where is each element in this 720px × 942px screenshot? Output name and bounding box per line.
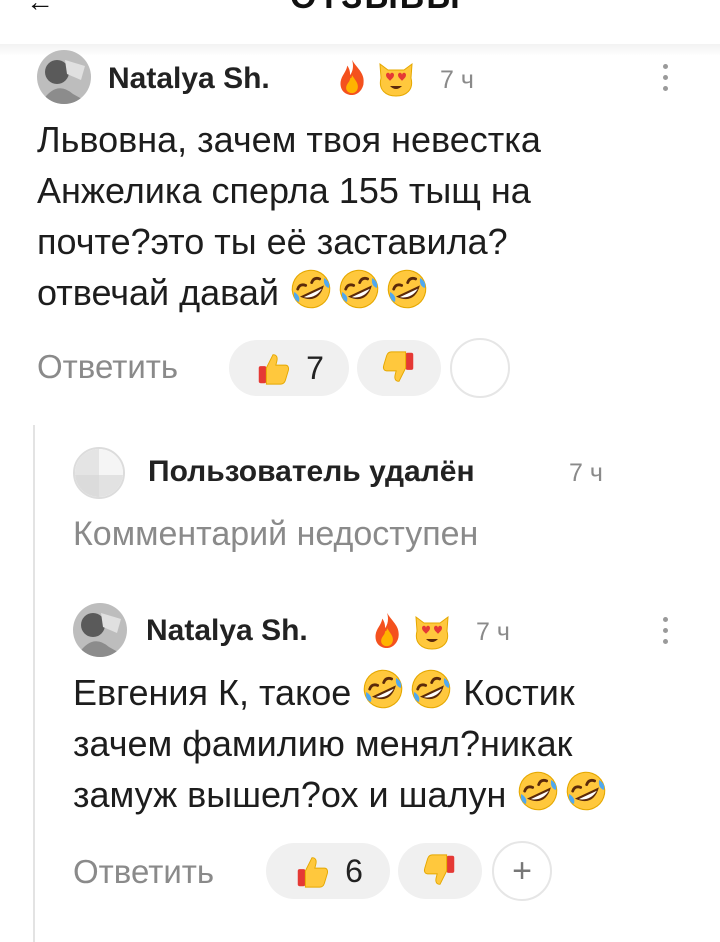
back-arrow-icon[interactable]: ← <box>26 0 54 18</box>
rofl-icon <box>337 267 381 311</box>
dislike-button[interactable] <box>357 340 441 396</box>
header-title-fragment: ОТЗЫВЫ <box>290 0 462 17</box>
avatar-image <box>37 50 91 104</box>
fire-icon <box>333 58 371 96</box>
thumbs-up-icon <box>293 852 331 890</box>
avatar-image <box>73 603 127 657</box>
like-button[interactable]: 6 <box>266 843 390 899</box>
author-name[interactable]: Natalya Sh. <box>108 62 270 96</box>
author-name[interactable]: Natalya Sh. <box>146 614 308 648</box>
like-count: 7 <box>306 349 324 386</box>
rofl-icon <box>409 667 453 711</box>
comment-line-text: Костик <box>463 672 575 713</box>
comment-line-1: Евгения К, такое Костик <box>73 667 703 718</box>
avatar[interactable] <box>37 50 91 104</box>
heart-eyes-cat-icon <box>412 611 452 651</box>
dislike-button[interactable] <box>398 843 482 899</box>
comment-text: Евгения К, такое Костик зачем фамилию ме… <box>73 667 703 820</box>
comment-line-text: Евгения К, такое <box>73 672 352 713</box>
rofl-icon <box>564 769 608 813</box>
more-options-icon[interactable] <box>663 64 671 97</box>
more-options-icon[interactable] <box>663 617 671 650</box>
comment-line: Анжелика сперла 155 тыщ на <box>37 170 531 211</box>
thumbs-up-icon <box>254 349 292 387</box>
comment-line-text: отвечай давай <box>37 272 280 313</box>
comment-line-4: отвечай давай <box>37 267 697 318</box>
reply-button[interactable]: Ответить <box>73 853 214 891</box>
comment-time: 7 ч <box>569 459 603 487</box>
heart-eyes-cat-icon <box>376 58 416 98</box>
rofl-icon <box>361 667 405 711</box>
unavailable-text: Комментарий недоступен <box>73 515 479 553</box>
comment-time: 7 ч <box>440 66 474 94</box>
add-reaction-button[interactable]: + <box>492 841 552 901</box>
rofl-icon <box>385 267 429 311</box>
plus-icon: + <box>512 851 532 890</box>
like-count: 6 <box>345 852 363 889</box>
rofl-icon <box>516 769 560 813</box>
comment-line: почте?это ты её заставила? <box>37 221 508 262</box>
avatar-placeholder <box>73 447 125 499</box>
thumbs-down-icon <box>421 852 459 890</box>
thread-line <box>33 425 35 942</box>
comment-line: зачем фамилию менял?никак <box>73 723 573 764</box>
deleted-user-icon <box>75 449 123 497</box>
rofl-icon <box>289 267 333 311</box>
like-button[interactable]: 7 <box>229 340 349 396</box>
comment-text: Львовна, зачем твоя невестка Анжелика сп… <box>37 114 697 318</box>
header-divider <box>0 44 720 56</box>
comment-line-3: замуж вышел?ох и шалун <box>73 769 703 820</box>
deleted-user-name: Пользователь удалён <box>148 455 475 488</box>
avatar[interactable] <box>73 603 127 657</box>
thumbs-down-icon <box>380 349 418 387</box>
add-reaction-button[interactable] <box>450 338 510 398</box>
top-header: ← ОТЗЫВЫ <box>0 0 720 44</box>
fire-icon <box>368 611 406 649</box>
comment-line: Львовна, зачем твоя невестка <box>37 119 541 160</box>
comment-time: 7 ч <box>476 618 510 646</box>
comment-line-text: замуж вышел?ох и шалун <box>73 774 507 815</box>
reply-button[interactable]: Ответить <box>37 348 178 386</box>
